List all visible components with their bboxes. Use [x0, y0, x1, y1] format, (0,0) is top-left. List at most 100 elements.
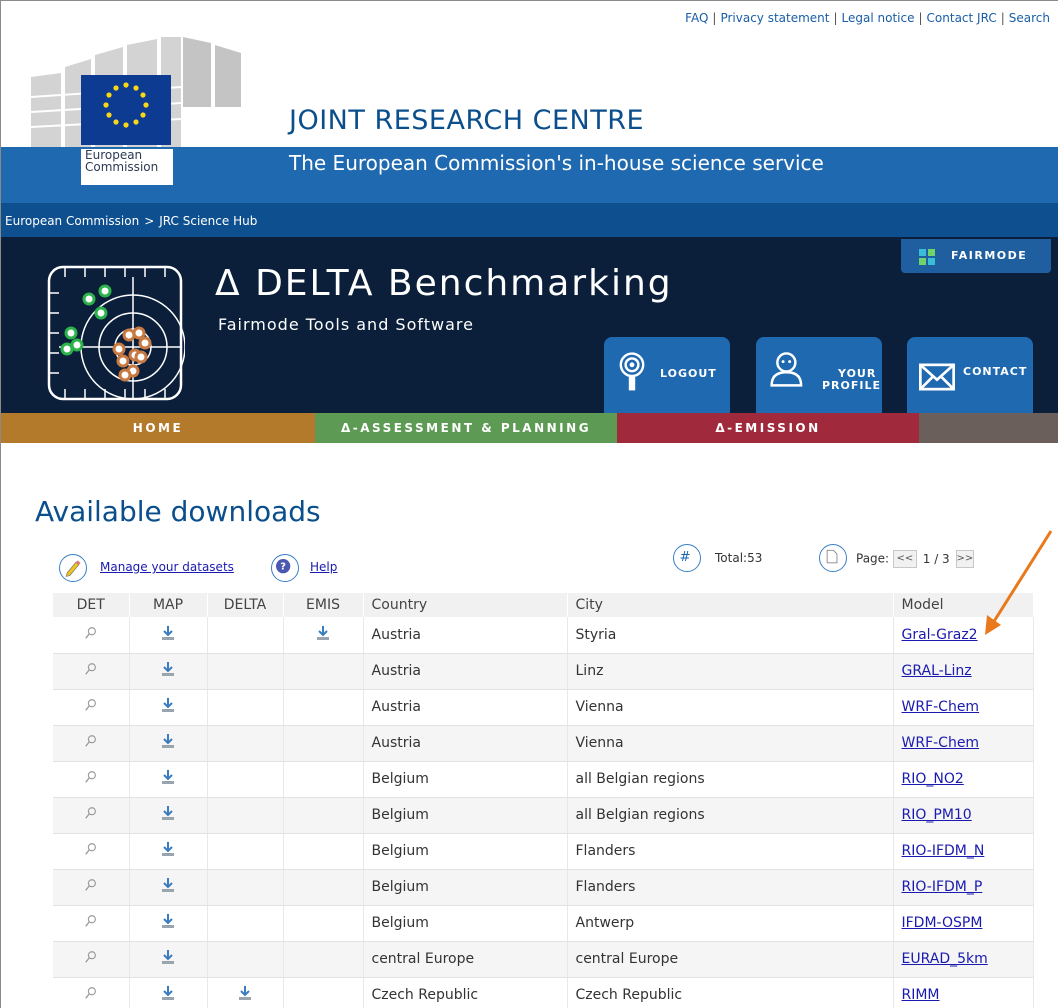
page-next-button[interactable]: >>: [955, 550, 974, 568]
model-link[interactable]: RIO-IFDM_P: [902, 879, 983, 895]
model-link[interactable]: EURAD_5km: [902, 951, 988, 967]
download-icon[interactable]: [160, 661, 176, 681]
profile-label-line2: PROFILE: [822, 379, 882, 392]
model-link[interactable]: IFDM-OSPM: [902, 915, 983, 931]
faq-link[interactable]: FAQ: [685, 11, 708, 25]
model-cell: EURAD_5km: [893, 941, 1034, 978]
fairmode-label: FAIRMODE: [951, 249, 1028, 262]
total-count: Total:53: [715, 551, 763, 565]
delta-cell: [207, 905, 284, 942]
menu-emission[interactable]: Δ-EMISSION: [617, 413, 919, 443]
det-cell: [53, 761, 130, 798]
map-cell: [129, 617, 208, 654]
magnifier-icon[interactable]: [84, 878, 98, 896]
emis-cell: [283, 761, 364, 798]
det-cell: [53, 617, 130, 654]
magnifier-icon[interactable]: [84, 626, 98, 644]
emis-cell: [283, 905, 364, 942]
city-cell: Vienna: [567, 725, 894, 762]
download-icon[interactable]: [160, 805, 176, 825]
menu-assessment-planning[interactable]: Δ-ASSESSMENT & PLANNING: [315, 413, 617, 443]
download-icon[interactable]: [237, 985, 253, 1005]
download-icon[interactable]: [160, 877, 176, 897]
delta-cell: [207, 941, 284, 978]
menu-home[interactable]: HOME: [1, 413, 315, 443]
city-cell: Flanders: [567, 869, 894, 906]
download-icon[interactable]: [160, 985, 176, 1005]
breadcrumb-jrc[interactable]: JRC Science Hub: [159, 214, 257, 228]
download-icon[interactable]: [315, 625, 331, 645]
emis-cell: [283, 653, 364, 690]
download-icon[interactable]: [160, 733, 176, 753]
magnifier-icon[interactable]: [84, 842, 98, 860]
download-icon[interactable]: [160, 625, 176, 645]
logout-button[interactable]: LOGOUT: [604, 337, 730, 413]
magnifier-icon[interactable]: [84, 986, 98, 1004]
download-icon[interactable]: [160, 913, 176, 933]
table-row: central Europe central Europe EURAD_5km: [53, 941, 1034, 978]
det-cell: [53, 977, 130, 1008]
city-cell: Styria: [567, 617, 894, 654]
magnifier-icon[interactable]: [84, 770, 98, 788]
search-link[interactable]: Search: [1009, 11, 1050, 25]
model-link[interactable]: GRAL-Linz: [902, 663, 972, 679]
logout-icon: [619, 352, 645, 391]
table-header-row: DET MAP DELTA EMIS Country City Model: [53, 593, 1034, 617]
legal-link[interactable]: Legal notice: [842, 11, 915, 25]
emis-cell: [283, 977, 364, 1008]
model-cell: WRF-Chem: [893, 689, 1034, 726]
table-row: Austria Vienna WRF-Chem: [53, 725, 1034, 762]
map-cell: [129, 761, 208, 798]
country-cell: Belgium: [363, 833, 568, 870]
magnifier-icon[interactable]: [84, 950, 98, 968]
download-icon[interactable]: [160, 769, 176, 789]
model-link[interactable]: WRF-Chem: [902, 699, 980, 715]
country-cell: Belgium: [363, 905, 568, 942]
pencil-icon[interactable]: [59, 554, 87, 582]
tagline: The European Commission's in-house scien…: [289, 151, 824, 175]
col-emis: EMIS: [283, 593, 364, 617]
magnifier-icon[interactable]: [84, 698, 98, 716]
model-link[interactable]: Gral-Graz2: [902, 627, 978, 643]
model-link[interactable]: RIO_PM10: [902, 807, 972, 823]
contact-jrc-link[interactable]: Contact JRC: [927, 11, 997, 25]
col-delta: DELTA: [207, 593, 284, 617]
manage-datasets-link[interactable]: Manage your datasets: [100, 560, 234, 574]
table-row: Czech Republic Czech Republic RIMM: [53, 977, 1034, 1008]
det-cell: [53, 653, 130, 690]
map-cell: [129, 905, 208, 942]
city-cell: Vienna: [567, 689, 894, 726]
help-icon[interactable]: ?: [271, 554, 299, 582]
table-row: Belgium all Belgian regions RIO_PM10: [53, 797, 1034, 834]
top-links: FAQ | Privacy statement | Legal notice | Conta…: [685, 11, 1050, 25]
model-cell: GRAL-Linz: [893, 653, 1034, 690]
model-link[interactable]: WRF-Chem: [902, 735, 980, 751]
model-link[interactable]: RIO_NO2: [902, 771, 964, 787]
help-link[interactable]: Help: [310, 560, 337, 574]
page-label: Page:: [856, 551, 890, 566]
privacy-link[interactable]: Privacy statement: [720, 11, 829, 25]
your-profile-button[interactable]: YOUR PROFILE: [756, 337, 882, 413]
model-link[interactable]: RIO-IFDM_N: [902, 843, 985, 859]
table-row: Belgium Flanders RIO-IFDM_N: [53, 833, 1034, 870]
browser-page: FAQ | Privacy statement | Legal notice | Conta…: [0, 0, 1058, 1008]
col-model: Model: [893, 593, 1034, 617]
magnifier-icon[interactable]: [84, 806, 98, 824]
page-prev-button[interactable]: <<: [892, 550, 917, 568]
city-cell: Flanders: [567, 833, 894, 870]
download-icon[interactable]: [160, 949, 176, 969]
magnifier-icon[interactable]: [84, 734, 98, 752]
delta-target-logo[interactable]: [45, 263, 185, 403]
breadcrumb-ec[interactable]: European Commission: [5, 214, 139, 228]
download-icon[interactable]: [160, 841, 176, 861]
country-cell: Austria: [363, 689, 568, 726]
fairmode-tab[interactable]: FAIRMODE: [901, 239, 1051, 273]
magnifier-icon[interactable]: [84, 914, 98, 932]
model-link[interactable]: RIMM: [902, 987, 940, 1003]
fairmode-icon: [919, 249, 935, 265]
emis-cell: [283, 833, 364, 870]
contact-button[interactable]: CONTACT: [907, 337, 1033, 413]
download-icon[interactable]: [160, 697, 176, 717]
magnifier-icon[interactable]: [84, 662, 98, 680]
svg-text:?: ?: [280, 562, 286, 573]
